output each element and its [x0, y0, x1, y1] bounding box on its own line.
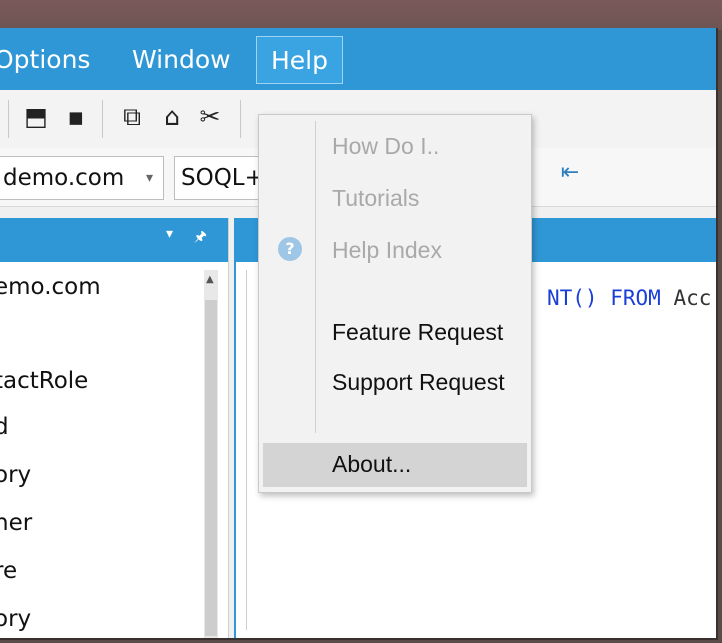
menu-item-help-index[interactable]: Help Index — [332, 237, 442, 264]
menu-item-how-do-i[interactable]: How Do I.. — [332, 133, 439, 160]
menu-item-feature-request[interactable]: Feature Request — [332, 319, 503, 346]
copy-icon[interactable]: ⧉ — [118, 102, 146, 132]
connection-select-value: demo.com — [3, 165, 125, 191]
tree-item[interactable]: emo.com — [0, 274, 101, 300]
menu-bar: Options Window Help — [0, 28, 716, 90]
outdent-icon[interactable]: ⇤ — [556, 158, 584, 188]
menu-item-tutorials[interactable]: Tutorials — [332, 185, 419, 212]
explorer-scrollbar[interactable]: ▲ — [204, 270, 218, 638]
toolbar-separator — [8, 100, 9, 138]
scroll-up-icon[interactable]: ▲ — [206, 274, 214, 285]
connection-select[interactable]: demo.com ▾ — [0, 156, 164, 200]
menu-options[interactable]: Options — [0, 36, 104, 84]
toolbar-separator — [102, 100, 103, 138]
help-icon: ? — [278, 237, 302, 261]
query-type-select[interactable]: SOQL+ — [174, 156, 264, 200]
tree-item[interactable]: tactRole — [0, 368, 88, 394]
menu-window[interactable]: Window — [118, 36, 245, 84]
explorer-panel: ▾ 🖈 emo.com tactRole d ory ner re ory ▲ — [0, 218, 229, 638]
scroll-thumb[interactable] — [205, 300, 217, 636]
menu-help[interactable]: Help — [256, 36, 343, 84]
refresh-icon[interactable]: ⬒ — [22, 102, 50, 132]
menu-item-support-request[interactable]: Support Request — [332, 369, 505, 396]
menu-item-about[interactable]: About... — [332, 451, 411, 478]
app-window: Options Window Help ⬒ ▪ ⧉ ⌂ ✂ demo.com ▾… — [0, 28, 718, 640]
cut-icon[interactable]: ✂ — [196, 102, 224, 132]
tree-item[interactable]: re — [0, 558, 17, 584]
tree-item[interactable]: ory — [0, 606, 31, 632]
panel-menu-icon[interactable]: ▾ — [166, 226, 173, 242]
code-line: NT() FROM Acc — [547, 286, 711, 310]
code-token: Acc — [673, 286, 712, 310]
title-strip — [0, 0, 722, 30]
pin-icon[interactable]: 🖈 — [194, 226, 207, 250]
code-token: NT() — [547, 286, 598, 310]
tree-item[interactable]: d — [0, 414, 9, 440]
menu-icon-gutter — [315, 121, 316, 433]
paste-icon[interactable]: ⌂ — [158, 102, 186, 132]
save-icon[interactable]: ▪ — [62, 102, 90, 132]
explorer-panel-header: ▾ 🖈 — [0, 218, 228, 262]
chevron-down-icon: ▾ — [145, 170, 153, 186]
code-token: FROM — [610, 286, 661, 310]
help-menu-dropdown: ? How Do I.. Tutorials Help Index Featur… — [258, 114, 532, 493]
tree-item[interactable]: ory — [0, 462, 31, 488]
query-type-select-value: SOQL+ — [181, 165, 264, 191]
toolbar-separator — [240, 100, 241, 138]
tree-item[interactable]: ner — [0, 510, 32, 536]
